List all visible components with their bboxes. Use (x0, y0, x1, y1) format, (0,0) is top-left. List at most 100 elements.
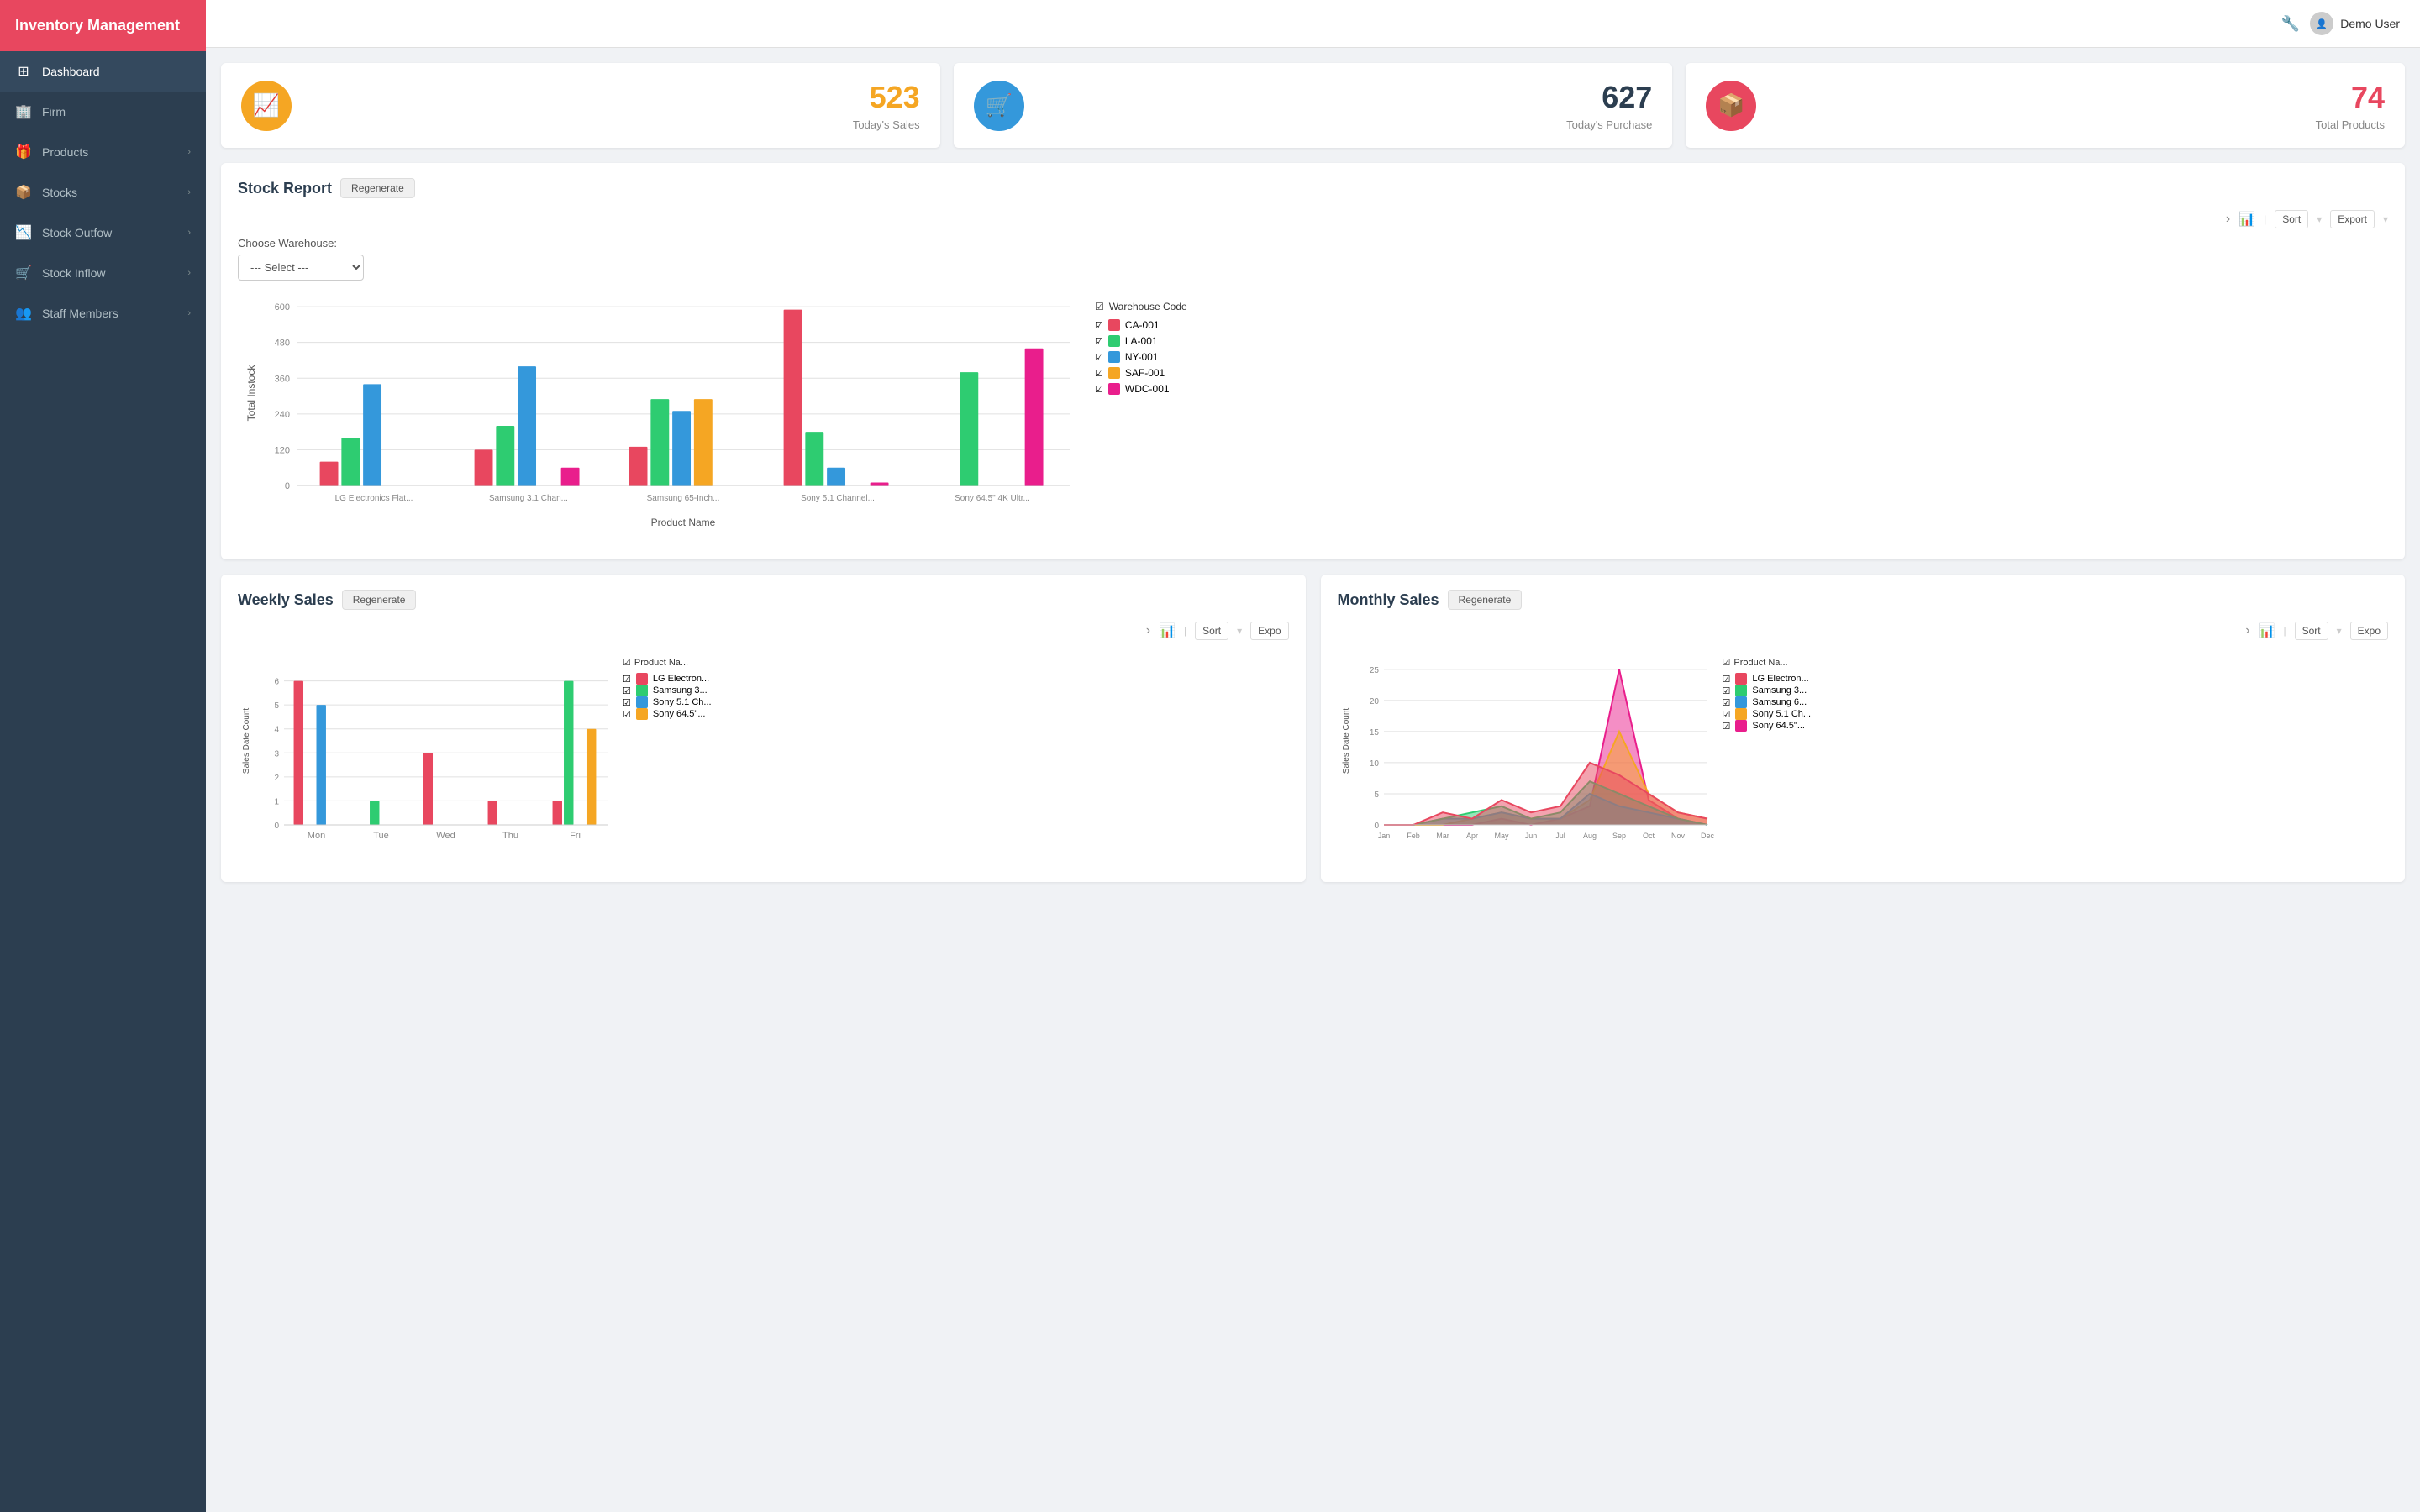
svg-text:Nov: Nov (1670, 832, 1685, 840)
weekly-chart-icon[interactable]: 📊 (1159, 622, 1176, 639)
sidebar-item-stocks[interactable]: 📦 Stocks › (0, 172, 206, 213)
stock-legend: ☑ CA-001☑ LA-001☑ NY-001☑ SAF-001☑ WDC-0… (1095, 319, 1187, 395)
app-title: Inventory Management (15, 17, 180, 34)
sidebar-item-dashboard[interactable]: ⊞ Dashboard (0, 51, 206, 92)
svg-text:0: 0 (285, 481, 290, 491)
sidebar-label-stock-outflow: Stock Outfow (42, 226, 177, 239)
monthly-sales-header: Monthly Sales Regenerate (1338, 590, 2389, 610)
export-button[interactable]: Export (2330, 210, 2375, 228)
svg-text:Mar: Mar (1436, 832, 1449, 840)
monthly-legend-label-1: Samsung 3... (1752, 685, 1807, 696)
legend-color-WDC-001 (1108, 383, 1120, 395)
weekly-legend: ☑ LG Electron...☑ Samsung 3...☑ Sony 5.1… (623, 673, 712, 720)
sidebar: Inventory Management ⊞ Dashboard 🏢 Firm … (0, 0, 206, 1512)
sidebar-item-products[interactable]: 🎁 Products › (0, 132, 206, 172)
legend-item-SAF-001: ☑ SAF-001 (1095, 367, 1187, 379)
svg-text:Sales Date Count: Sales Date Count (1342, 708, 1351, 774)
svg-text:May: May (1494, 832, 1509, 840)
svg-text:5: 5 (274, 701, 279, 711)
legend-color-LA-001 (1108, 335, 1120, 347)
sort-button[interactable]: Sort (2275, 210, 2308, 228)
legend-color-NY-001 (1108, 351, 1120, 363)
sidebar-item-staff-members[interactable]: 👥 Staff Members › (0, 293, 206, 333)
svg-text:Aug: Aug (1582, 832, 1596, 840)
monthly-expand-icon[interactable]: › (2245, 623, 2249, 638)
topbar: 🔧 👤 Demo User (206, 0, 2420, 48)
stock-report-regenerate[interactable]: Regenerate (340, 178, 415, 198)
monthly-legend-item-3: ☑ Sony 5.1 Ch... (1723, 708, 1812, 720)
legend-check-CA-001: ☑ (1095, 320, 1103, 331)
monthly-legend-title: Product Na... (1733, 658, 1787, 668)
weekly-regenerate[interactable]: Regenerate (342, 590, 417, 610)
svg-text:Product Name: Product Name (651, 517, 716, 528)
stat-card-todays-sales: 📈 523 Today's Sales (221, 63, 940, 148)
sidebar-arrow-stock-outflow: › (187, 228, 191, 238)
weekly-legend-color-1 (636, 685, 648, 696)
weekly-legend-label-3: Sony 64.5"... (653, 709, 706, 719)
weekly-legend-item-1: ☑ Samsung 3... (623, 685, 712, 696)
svg-text:Jul: Jul (1555, 832, 1565, 840)
weekly-sort-button[interactable]: Sort (1195, 622, 1228, 640)
legend-item-WDC-001: ☑ WDC-001 (1095, 383, 1187, 395)
stat-label-total-products: Total Products (2316, 118, 2385, 131)
legend-item-NY-001: ☑ NY-001 (1095, 351, 1187, 363)
monthly-legend-item-2: ☑ Samsung 6... (1723, 696, 1812, 708)
weekly-export-button[interactable]: Expo (1250, 622, 1288, 640)
chart-type-icon[interactable]: 📊 (2238, 211, 2255, 228)
svg-text:20: 20 (1369, 697, 1379, 706)
sidebar-item-stock-outflow[interactable]: 📉 Stock Outfow › (0, 213, 206, 253)
stat-cards: 📈 523 Today's Sales 🛒 627 Today's Purcha… (221, 63, 2405, 148)
stat-number-total-products: 74 (2351, 80, 2385, 115)
stat-card-todays-purchase: 🛒 627 Today's Purchase (954, 63, 1673, 148)
monthly-sort-button[interactable]: Sort (2295, 622, 2328, 640)
monthly-legend-color-2 (1735, 696, 1747, 708)
svg-text:Sony 5.1 Channel...: Sony 5.1 Channel... (801, 494, 875, 503)
weekly-chart-wrap: 0123456Sales Date CountMonTueWedThuFri ☑… (238, 648, 1289, 867)
monthly-chart-icon[interactable]: 📊 (2259, 622, 2275, 639)
svg-text:600: 600 (275, 302, 290, 312)
monthly-sales-panel: Monthly Sales Regenerate › 📊 | Sort ▾ Ex… (1321, 575, 2406, 882)
monthly-export-button[interactable]: Expo (2350, 622, 2388, 640)
weekly-legend-label-0: LG Electron... (653, 674, 709, 684)
svg-text:480: 480 (275, 339, 290, 349)
legend-check-SAF-001: ☑ (1095, 368, 1103, 379)
svg-text:Jan: Jan (1377, 832, 1390, 840)
weekly-legend-color-3 (636, 708, 648, 720)
svg-text:Mon: Mon (308, 831, 325, 841)
legend-title: Warehouse Code (1109, 301, 1187, 312)
stat-card-total-products: 📦 74 Total Products (1686, 63, 2405, 148)
stat-text-todays-sales: 523 Today's Sales (307, 80, 920, 131)
monthly-legend-label-3: Sony 5.1 Ch... (1752, 709, 1811, 719)
settings-icon[interactable]: 🔧 (2281, 15, 2300, 33)
sidebar-label-firm: Firm (42, 105, 191, 118)
divider2: ▾ (2317, 213, 2322, 225)
sidebar-item-stock-inflow[interactable]: 🛒 Stock Inflow › (0, 253, 206, 293)
weekly-expand-icon[interactable]: › (1146, 623, 1150, 638)
monthly-legend-color-3 (1735, 708, 1747, 720)
weekly-legend-color-2 (636, 696, 648, 708)
sidebar-label-dashboard: Dashboard (42, 65, 191, 78)
weekly-controls: › 📊 | Sort ▾ Expo (238, 622, 1289, 640)
stat-label-todays-purchase: Today's Purchase (1566, 118, 1652, 131)
stock-report-controls: › 📊 | Sort ▾ Export ▾ (238, 210, 2388, 228)
sidebar-icon-stock-outflow: 📉 (15, 224, 32, 241)
svg-text:15: 15 (1369, 728, 1379, 738)
legend-item-CA-001: ☑ CA-001 (1095, 319, 1187, 331)
sidebar-label-stock-inflow: Stock Inflow (42, 266, 177, 280)
expand-icon[interactable]: › (2226, 212, 2230, 227)
svg-text:Sales Date Count: Sales Date Count (242, 708, 251, 774)
svg-text:Jun: Jun (1524, 832, 1537, 840)
svg-text:Samsung 3.1 Chan...: Samsung 3.1 Chan... (489, 494, 568, 503)
svg-text:Tue: Tue (373, 831, 389, 841)
sidebar-item-firm[interactable]: 🏢 Firm (0, 92, 206, 132)
monthly-regenerate[interactable]: Regenerate (1448, 590, 1523, 610)
svg-text:Thu: Thu (502, 831, 518, 841)
legend-check-WDC-001: ☑ (1095, 384, 1103, 395)
monthly-legend-item-1: ☑ Samsung 3... (1723, 685, 1812, 696)
sidebar-icon-products: 🎁 (15, 144, 32, 160)
legend-label-NY-001: NY-001 (1125, 351, 1159, 363)
svg-text:Wed: Wed (436, 831, 455, 841)
svg-text:240: 240 (275, 410, 290, 420)
warehouse-select[interactable]: --- Select ---CA-001LA-001NY-001SAF-001W… (238, 255, 364, 281)
monthly-legend-label-4: Sony 64.5"... (1752, 721, 1805, 731)
